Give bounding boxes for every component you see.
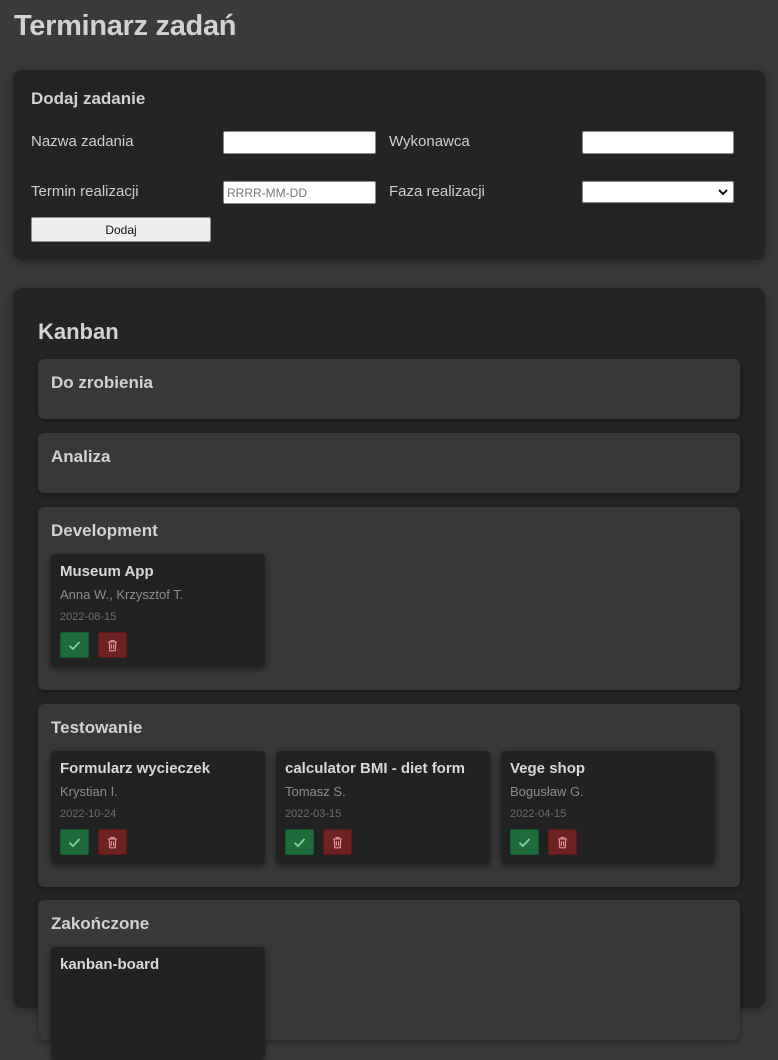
check-icon (293, 838, 306, 848)
task-name-input[interactable] (223, 131, 376, 154)
add-task-form: Dodaj zadanie Nazwa zadania Wykonawca Te… (13, 70, 765, 260)
phase-select[interactable] (582, 181, 734, 203)
assignee-input[interactable] (582, 131, 734, 154)
task-name-label: Nazwa zadania (31, 133, 134, 150)
trash-icon (108, 837, 117, 849)
task-card: Vege shop Bogusław G. 2022-04-15 (501, 751, 715, 864)
task-assignee: Krystian I. (60, 784, 118, 799)
mark-done-button[interactable] (285, 829, 314, 855)
mark-done-button[interactable] (60, 632, 89, 658)
page-title: Terminarz zadań (14, 10, 237, 42)
column-analysis: Analiza (38, 433, 740, 493)
column-title: Do zrobienia (51, 373, 154, 392)
task-title: Vege shop (510, 760, 586, 777)
add-task-button[interactable]: Dodaj (31, 217, 211, 242)
task-assignee: Anna W., Krzysztof T. (60, 587, 184, 602)
mark-done-button[interactable] (510, 829, 539, 855)
chevron-down-icon (718, 189, 728, 196)
mark-done-button[interactable] (60, 829, 89, 855)
column-title: Analiza (51, 447, 111, 466)
deadline-input[interactable] (223, 181, 376, 204)
check-icon (68, 641, 81, 651)
task-date: 2022-10-24 (60, 808, 117, 820)
column-title: Testowanie (51, 718, 143, 737)
trash-icon (333, 837, 342, 849)
task-card: Formularz wycieczek Krystian I. 2022-10-… (51, 751, 265, 864)
phase-label: Faza realizacji (389, 183, 485, 200)
form-title: Dodaj zadanie (31, 89, 146, 108)
column-development: Development Museum App Anna W., Krzyszto… (38, 507, 740, 690)
task-date: 2022-08-15 (60, 611, 117, 623)
task-assignee: Tomasz S. (285, 784, 346, 799)
task-title: calculator BMI - diet form (285, 760, 466, 777)
task-title: Museum App (60, 563, 154, 580)
kanban-board: Kanban Do zrobienia Analiza Development … (13, 288, 765, 1060)
kanban-title: Kanban (38, 319, 119, 344)
task-date: 2022-04-15 (510, 808, 567, 820)
assignee-label: Wykonawca (389, 133, 470, 150)
check-icon (68, 838, 81, 848)
trash-icon (558, 837, 567, 849)
check-icon (518, 838, 531, 848)
deadline-label: Termin realizacji (31, 183, 139, 200)
delete-button[interactable] (98, 632, 127, 658)
task-assignee: Bogusław G. (510, 784, 584, 799)
task-card: Museum App Anna W., Krzysztof T. 2022-08… (51, 554, 265, 667)
trash-icon (108, 640, 117, 652)
delete-button[interactable] (323, 829, 352, 855)
column-done: Zakończone kanban-board (38, 900, 740, 1060)
delete-button[interactable] (98, 829, 127, 855)
task-title: kanban-board (60, 956, 160, 973)
column-title: Zakończone (51, 914, 150, 933)
task-card: kanban-board (51, 947, 265, 1060)
task-title: Formularz wycieczek (60, 760, 211, 777)
delete-button[interactable] (548, 829, 577, 855)
task-card: calculator BMI - diet form Tomasz S. 202… (276, 751, 490, 864)
column-testing: Testowanie Formularz wycieczek Krystian … (38, 704, 740, 887)
task-date: 2022-03-15 (285, 808, 342, 820)
column-todo: Do zrobienia (38, 359, 740, 419)
column-title: Development (51, 521, 158, 540)
